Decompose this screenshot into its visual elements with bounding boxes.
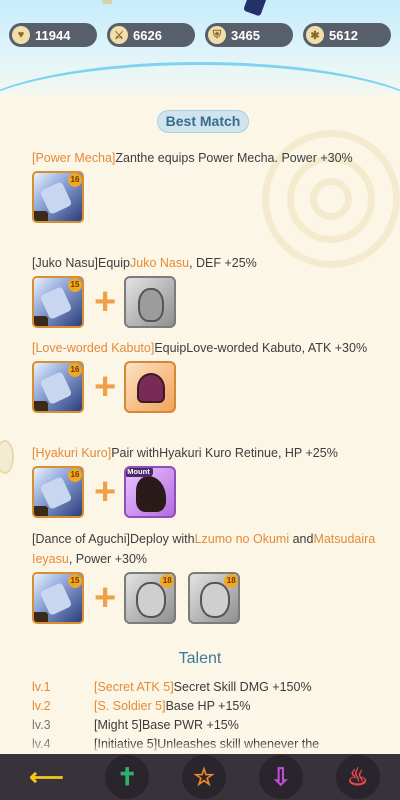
combo-description: [Power Mecha]Zanthe equips Power Mecha. … <box>32 151 353 165</box>
resource-bar: ♥ 11944 ⚔ 6626 ⛨ 3465 ✱ 5612 <box>9 23 391 47</box>
plus-icon: + <box>94 366 117 408</box>
hero-portrait[interactable]: 15 <box>32 276 84 328</box>
shield-icon: ⛨ <box>208 26 226 44</box>
flame-icon[interactable]: ♨ <box>335 755 380 799</box>
level-badge: 16 <box>68 468 82 482</box>
crossed-swords-icon: ⚔ <box>110 26 128 44</box>
combo-items: 15 + 18 18 <box>32 572 392 624</box>
resource-atk: ⚔ 6626 <box>107 23 195 47</box>
side-tab-handle[interactable] <box>0 440 14 474</box>
talent-row: lv.2 [S. Soldier 5] Base HP +15% <box>32 699 251 713</box>
combo-items: 16 <box>32 171 392 223</box>
combo-description: [Hyakuri Kuro]Pair withHyakuri Kuro Reti… <box>32 446 338 460</box>
star-cube-icon[interactable]: ☆ <box>181 755 226 799</box>
partner-portrait-2[interactable]: 18 <box>188 572 241 624</box>
gem-ornament-icon <box>243 0 267 17</box>
combo-dance-of-aguchi: [Dance of Aguchi]Deploy withLzumo no Oku… <box>32 529 392 624</box>
heart-icon: ♥ <box>12 26 30 44</box>
plus-icon: + <box>94 577 117 619</box>
level-badge: 16 <box>68 173 82 187</box>
plus-icon: + <box>94 471 117 513</box>
combo-hyakuri-kuro: [Hyakuri Kuro]Pair withHyakuri Kuro Reti… <box>32 443 392 518</box>
combo-description: [Juko Nasu]EquipJuko Nasu, DEF +25% <box>32 256 257 270</box>
level-badge: 15 <box>68 574 82 588</box>
resource-hp: ♥ 11944 <box>9 23 97 47</box>
combo-items: 15 + <box>32 276 392 328</box>
mount-label: Mount <box>126 468 153 477</box>
talent-row: lv.3 [Might 5] Base PWR +15% <box>32 718 239 732</box>
partner-portrait-1[interactable]: 18 <box>124 572 177 624</box>
bottom-nav: ⟵ ✝ ☆ ⇩ ♨ <box>0 754 400 800</box>
talent-title: Talent <box>178 650 222 667</box>
level-badge: 18 <box>224 574 239 588</box>
combo-kabuto: [Love-worded Kabuto]EquipLove-worded Kab… <box>32 338 392 413</box>
hero-portrait[interactable]: 15 <box>32 572 84 624</box>
combo-items: 16 + <box>32 361 392 413</box>
top-banner: ♥ 11944 ⚔ 6626 ⛨ 3465 ✱ 5612 <box>0 0 400 95</box>
star-icon: ✱ <box>306 26 324 44</box>
combo-description: [Dance of Aguchi]Deploy withLzumo no Oku… <box>32 532 376 566</box>
top-pointer <box>102 0 112 4</box>
scroll-fade <box>0 742 400 754</box>
resource-power: ✱ 5612 <box>303 23 391 47</box>
combo-juko-nasu: [Juko Nasu]EquipJuko Nasu, DEF +25% 15 + <box>32 253 392 328</box>
best-match-title: Best Match <box>157 110 249 133</box>
level-badge: 18 <box>160 574 175 588</box>
item-kabuto-helmet-icon[interactable] <box>124 361 177 413</box>
combo-power-mecha: [Power Mecha]Zanthe equips Power Mecha. … <box>32 148 392 223</box>
resource-def: ⛨ 3465 <box>205 23 293 47</box>
back-arrow-icon[interactable]: ⟵ <box>20 755 72 799</box>
sword-emblem-icon[interactable]: ✝ <box>105 755 150 799</box>
hero-portrait[interactable]: 16 <box>32 171 84 223</box>
download-tray-icon[interactable]: ⇩ <box>258 755 303 799</box>
combo-description: [Love-worded Kabuto]EquipLove-worded Kab… <box>32 341 368 355</box>
mount-horse-icon[interactable]: Mount <box>124 466 177 518</box>
level-badge: 15 <box>68 278 82 292</box>
combo-items: 16 + Mount <box>32 466 392 518</box>
level-badge: 16 <box>68 363 82 377</box>
hero-portrait[interactable]: 16 <box>32 361 84 413</box>
item-jar-icon[interactable] <box>124 276 177 328</box>
talent-row: lv.1 [Secret ATK 5] Secret Skill DMG +150% <box>32 680 312 694</box>
hero-portrait[interactable]: 16 <box>32 466 84 518</box>
plus-icon: + <box>94 281 117 323</box>
